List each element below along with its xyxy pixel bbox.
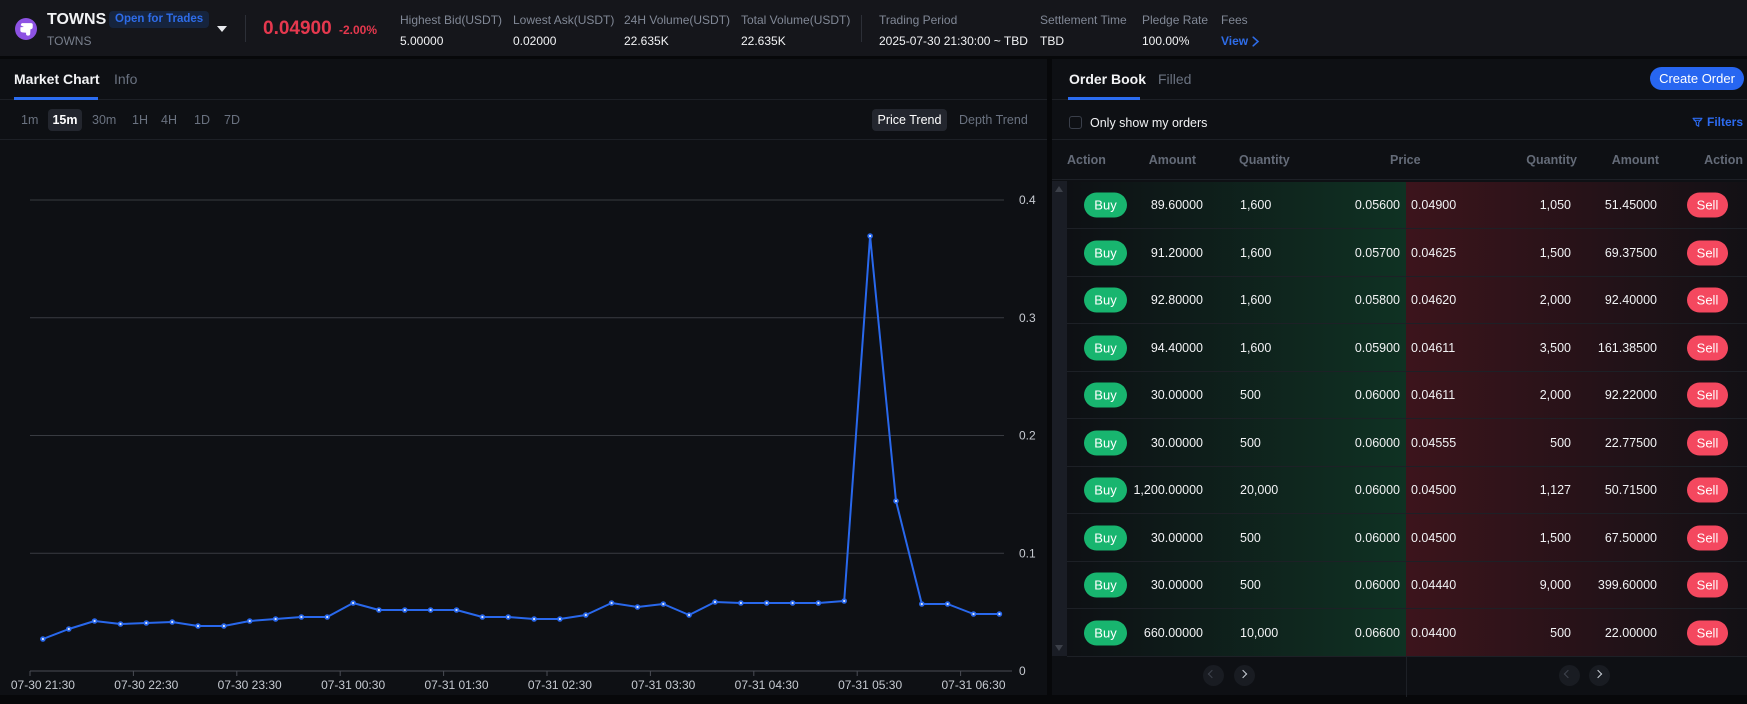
svg-text:07-31 04:30: 07-31 04:30 <box>735 678 799 692</box>
svg-text:07-31 01:30: 07-31 01:30 <box>424 678 488 692</box>
svg-text:07-31 00:30: 07-31 00:30 <box>321 678 385 692</box>
svg-text:07-30 21:30: 07-30 21:30 <box>11 678 75 692</box>
svg-text:0.3: 0.3 <box>1019 311 1036 325</box>
svg-text:0.2: 0.2 <box>1019 429 1036 443</box>
svg-text:0.4: 0.4 <box>1019 193 1036 207</box>
svg-text:07-31 03:30: 07-31 03:30 <box>631 678 695 692</box>
svg-text:07-31 06:30: 07-31 06:30 <box>941 678 1005 692</box>
svg-text:0: 0 <box>1019 664 1026 678</box>
svg-text:07-31 05:30: 07-31 05:30 <box>838 678 902 692</box>
svg-text:0.1: 0.1 <box>1019 546 1036 560</box>
svg-text:07-30 22:30: 07-30 22:30 <box>114 678 178 692</box>
svg-text:07-31 02:30: 07-31 02:30 <box>528 678 592 692</box>
svg-text:07-30 23:30: 07-30 23:30 <box>218 678 282 692</box>
